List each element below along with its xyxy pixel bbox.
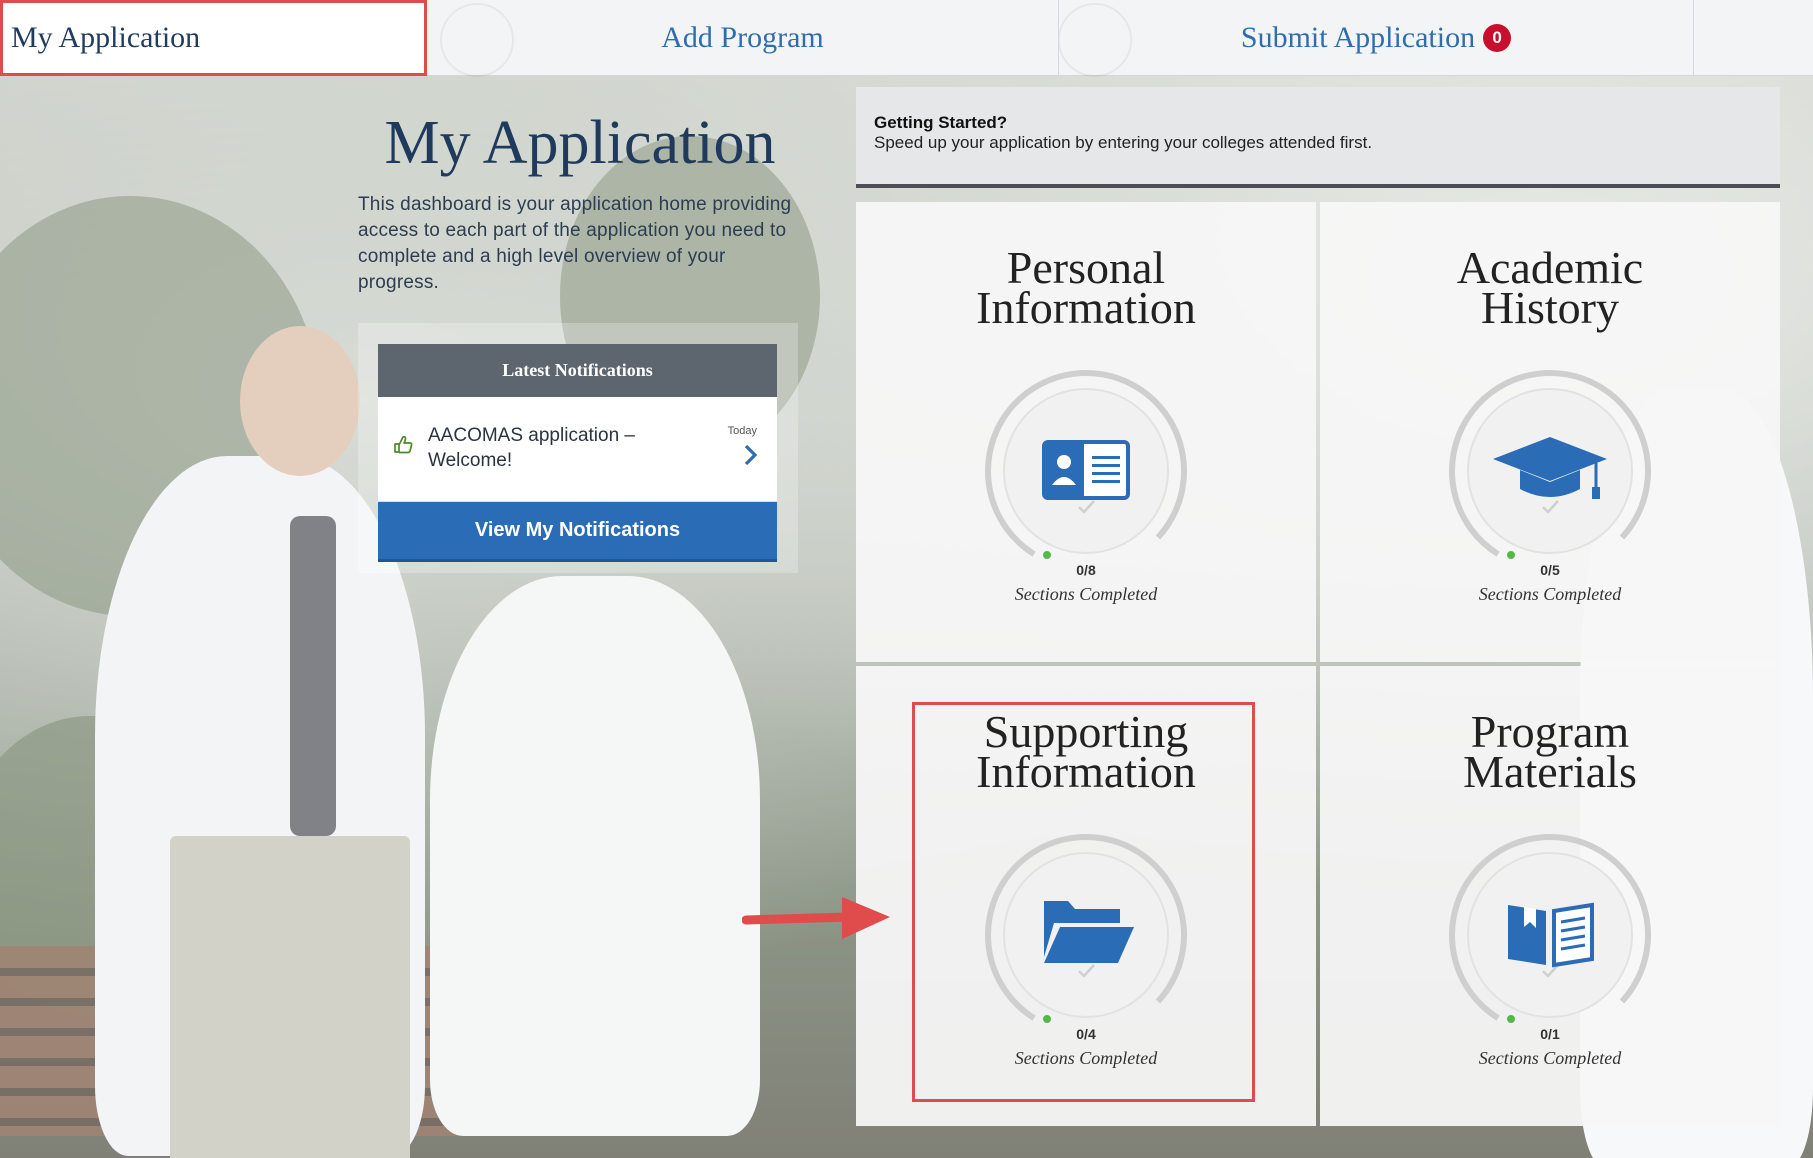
notifications-header: Latest Notifications <box>378 344 777 397</box>
id-card-icon <box>1042 440 1130 500</box>
card-title: Personal Information <box>976 242 1196 333</box>
progress-ring <box>1449 370 1651 572</box>
getting-started-title: Getting Started? <box>874 113 1008 132</box>
tab-label: Submit Application <box>1240 21 1476 54</box>
page-description: This dashboard is your application home … <box>358 194 792 293</box>
thumbs-up-icon <box>394 435 413 454</box>
notification-item[interactable]: AACOMAS application – Welcome! Today <box>378 397 777 501</box>
sections-label: Sections Completed <box>1478 584 1622 604</box>
sections-count: 0/1 <box>1540 1026 1560 1042</box>
card-academic-history[interactable]: Academic History 0/5 Sections Completed <box>1320 202 1780 662</box>
card-personal-information[interactable]: Personal Information 0/8 Sections Comple… <box>856 202 1316 662</box>
tab-label: My Application <box>11 21 201 54</box>
sections-label: Sections Completed <box>1478 1048 1622 1068</box>
annotation-arrow-icon <box>742 897 890 939</box>
chevron-right-icon[interactable] <box>741 443 761 467</box>
sections-count: 0/8 <box>1076 562 1096 578</box>
annotation-highlight-box <box>912 702 1255 1102</box>
view-notifications-button[interactable]: View My Notifications <box>378 502 777 562</box>
card-title: Program Materials <box>1463 706 1637 797</box>
top-navigation: My Application Add Program Submit Applic… <box>0 0 1813 77</box>
notification-message: AACOMAS application – Welcome! <box>428 425 635 471</box>
submit-count-badge: 0 <box>1483 24 1512 52</box>
tab-submit-application[interactable]: Submit Application 0 <box>1059 0 1694 76</box>
sections-label: Sections Completed <box>1014 584 1158 604</box>
card-title: Academic History <box>1456 242 1644 333</box>
page-title: My Application <box>384 109 776 177</box>
sections-count: 0/5 <box>1540 562 1560 578</box>
notification-date: Today <box>727 425 757 437</box>
getting-started-text: Speed up your application by entering yo… <box>874 133 1373 152</box>
progress-ring <box>985 370 1187 572</box>
tab-add-program[interactable]: Add Program <box>427 0 1059 76</box>
getting-started-banner[interactable]: Getting Started? Speed up your applicati… <box>856 87 1780 188</box>
tab-my-application[interactable]: My Application <box>0 0 427 76</box>
tab-label: Add Program <box>661 21 824 54</box>
progress-ring <box>1449 834 1651 1036</box>
card-program-materials[interactable]: Program Materials 0/1 Sections Completed <box>1320 666 1780 1126</box>
